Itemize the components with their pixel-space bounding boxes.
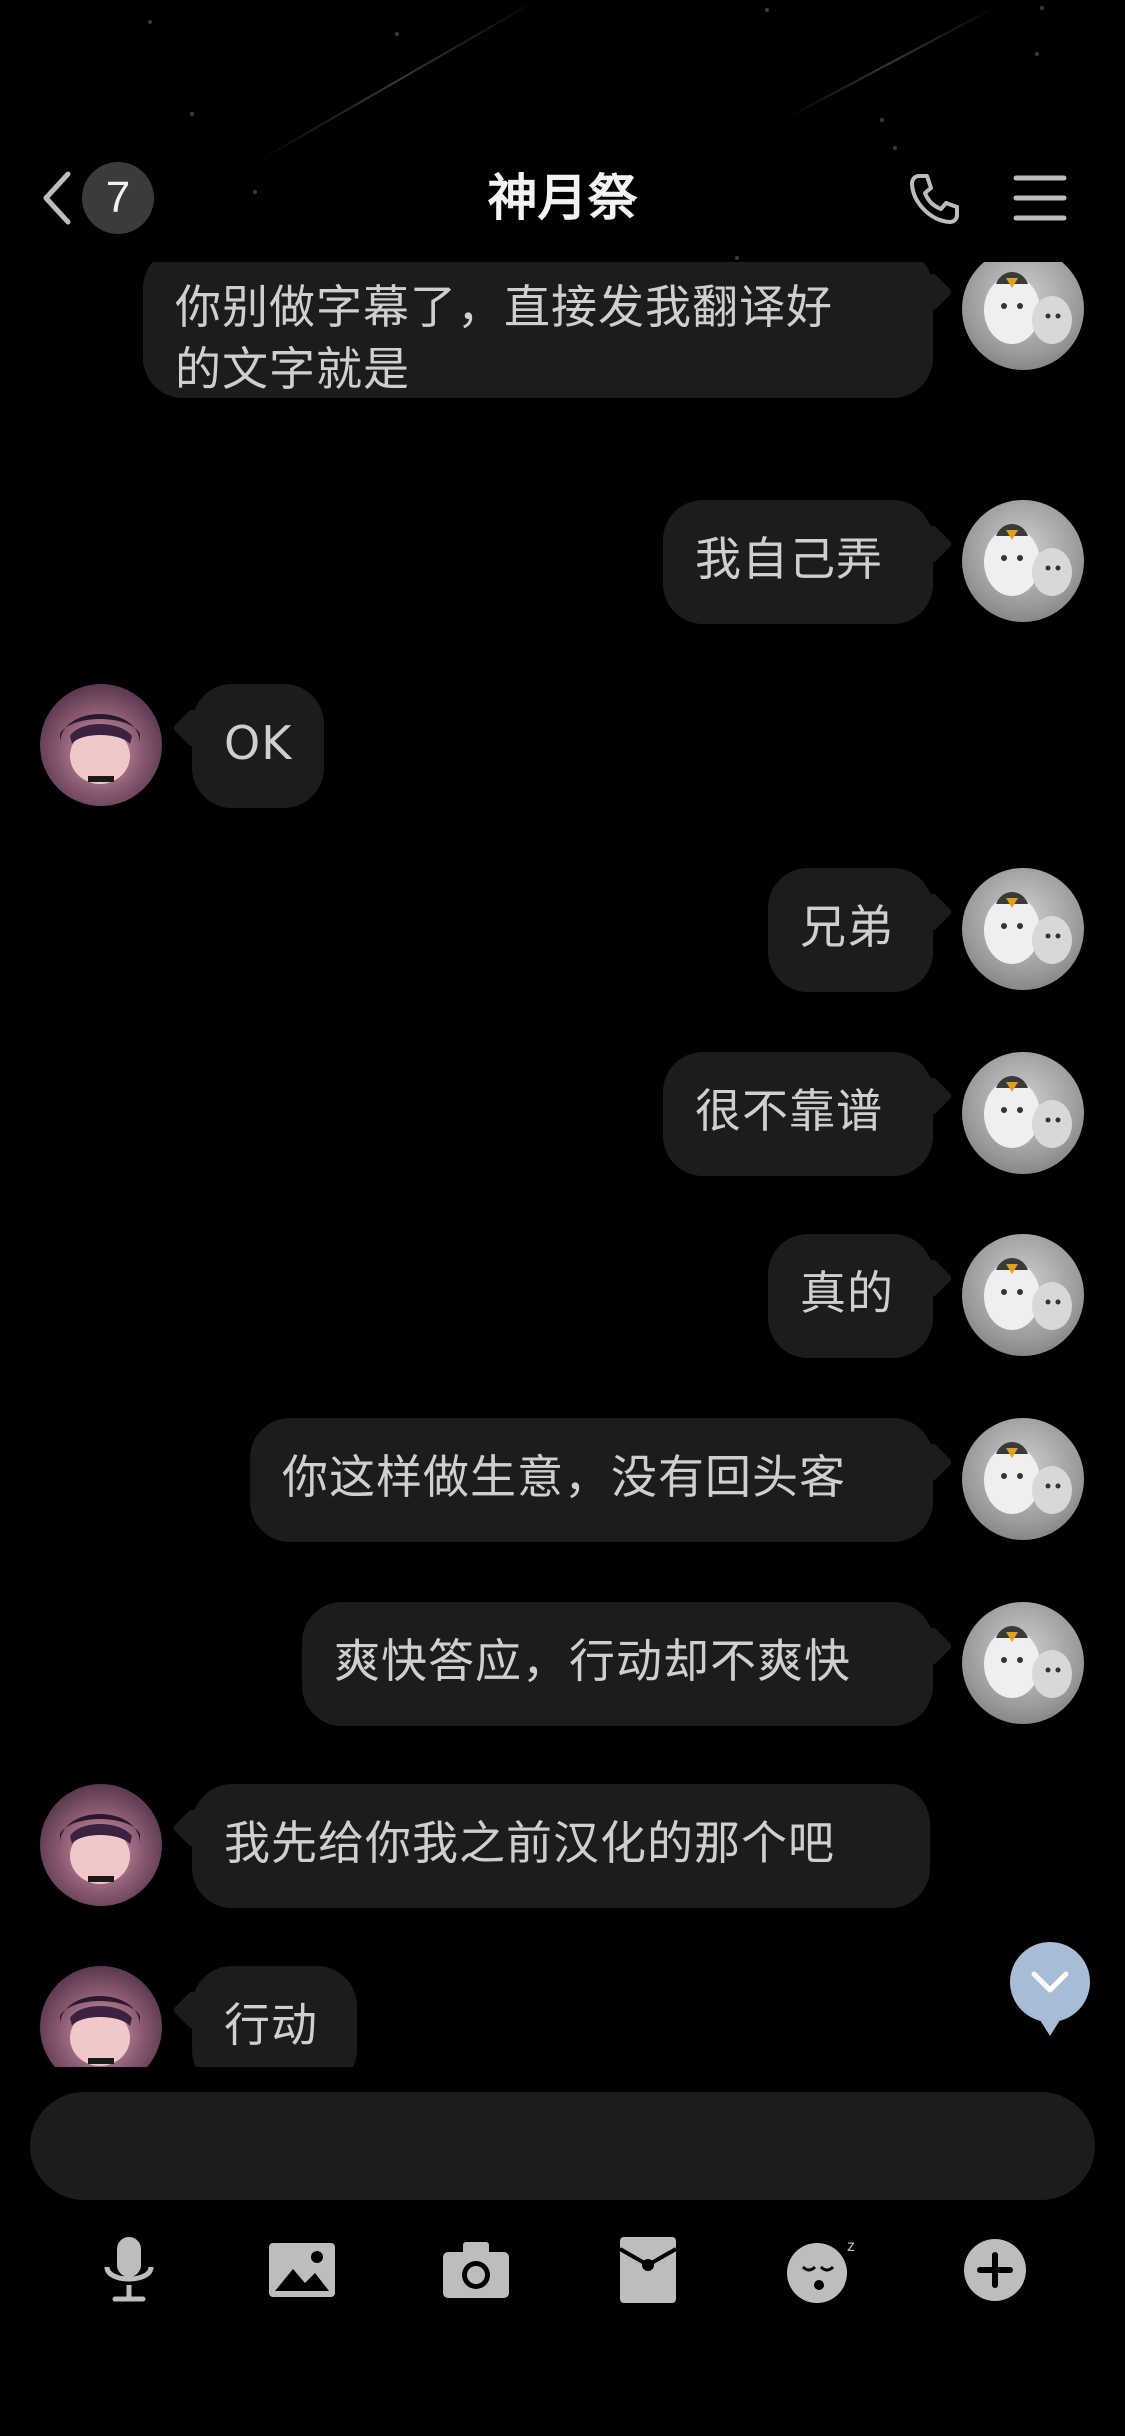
message-text: 我自己弄 xyxy=(695,532,883,586)
chat-screen: 7 神月祭 你别做字幕了，直接发我翻译好 的文字就是 我自己弄 OK 兄弟 很不… xyxy=(0,0,1125,2436)
message-bubble[interactable]: 兄弟 xyxy=(768,868,933,992)
message-text-line: 你别做字幕了，直接发我翻译好 xyxy=(175,280,833,334)
message-bubble[interactable]: 真的 xyxy=(768,1234,933,1358)
image-button[interactable] xyxy=(257,2225,347,2315)
penguin-avatar[interactable] xyxy=(962,500,1084,622)
penguin-avatar-image xyxy=(984,1076,1072,1148)
penguin-avatar-image xyxy=(984,1626,1072,1698)
penguin-avatar[interactable] xyxy=(962,1602,1084,1724)
image-icon xyxy=(269,2243,335,2297)
sticker-emoji-icon: z xyxy=(787,2238,855,2303)
anime-avatar[interactable] xyxy=(40,1966,162,2067)
message-text: 真的 xyxy=(800,1266,894,1320)
message-text: 兄弟 xyxy=(800,900,894,954)
message-text: 行动 xyxy=(224,1998,318,2052)
penguin-avatar[interactable] xyxy=(962,1418,1084,1540)
message-text: 你这样做生意，没有回头客 xyxy=(282,1450,846,1504)
penguin-avatar-image xyxy=(984,1258,1072,1330)
unread-count-badge: 7 xyxy=(82,162,154,234)
plus-icon xyxy=(964,2239,1026,2301)
chevron-left-icon xyxy=(43,171,71,225)
message-text: 我先给你我之前汉化的那个吧 xyxy=(224,1816,835,1870)
message-bubble[interactable]: 我先给你我之前汉化的那个吧 xyxy=(192,1784,930,1908)
penguin-avatar-image xyxy=(984,892,1072,964)
penguin-avatar[interactable] xyxy=(962,262,1084,370)
anime-avatar-image xyxy=(60,1996,140,2066)
penguin-avatar[interactable] xyxy=(962,868,1084,990)
message-text: 很不靠谱 xyxy=(695,1084,883,1138)
penguin-avatar-image xyxy=(984,1442,1072,1514)
penguin-avatar[interactable] xyxy=(962,1234,1084,1356)
red-envelope-button[interactable] xyxy=(603,2225,693,2315)
phone-icon[interactable] xyxy=(905,170,963,228)
message-bubble[interactable]: 很不靠谱 xyxy=(663,1052,933,1176)
hamburger-menu-icon[interactable] xyxy=(1012,172,1068,224)
message-text: 爽快答应，行动却不爽快 xyxy=(334,1634,851,1688)
chat-header: 7 神月祭 xyxy=(0,150,1125,246)
anime-avatar[interactable] xyxy=(40,684,162,806)
message-text: OK xyxy=(224,716,293,770)
anime-avatar[interactable] xyxy=(40,1784,162,1906)
sticker-button[interactable]: z xyxy=(778,2225,868,2315)
anime-avatar-image xyxy=(60,714,140,784)
anime-avatar-image xyxy=(60,1814,140,1884)
back-button[interactable]: 7 xyxy=(40,156,170,240)
scroll-to-bottom-button[interactable] xyxy=(1010,1942,1090,2036)
message-bubble[interactable]: 我自己弄 xyxy=(663,500,933,624)
message-bubble[interactable]: 你这样做生意，没有回头客 xyxy=(250,1418,933,1542)
more-button[interactable] xyxy=(950,2225,1040,2315)
input-toolbar: z xyxy=(0,2225,1125,2315)
chevron-down-icon xyxy=(1031,1971,1069,1993)
red-envelope-icon xyxy=(619,2237,677,2303)
message-list[interactable]: 你别做字幕了，直接发我翻译好 的文字就是 我自己弄 OK 兄弟 很不靠谱 真的 … xyxy=(0,262,1125,2067)
message-input[interactable] xyxy=(30,2092,1095,2200)
message-bubble[interactable]: 你别做字幕了，直接发我翻译好 的文字就是 xyxy=(143,262,933,398)
voice-button[interactable] xyxy=(84,2225,174,2315)
microphone-icon xyxy=(104,2237,154,2302)
message-bubble[interactable]: 爽快答应，行动却不爽快 xyxy=(302,1602,933,1726)
penguin-avatar[interactable] xyxy=(962,1052,1084,1174)
camera-button[interactable] xyxy=(431,2225,521,2315)
penguin-avatar-image xyxy=(984,524,1072,596)
penguin-avatar-image xyxy=(984,272,1072,344)
svg-text:z: z xyxy=(847,2238,855,2255)
camera-icon xyxy=(443,2242,509,2298)
message-text-line: 的文字就是 xyxy=(175,342,410,396)
message-bubble[interactable]: 行动 xyxy=(192,1966,357,2067)
message-bubble[interactable]: OK xyxy=(192,684,324,808)
